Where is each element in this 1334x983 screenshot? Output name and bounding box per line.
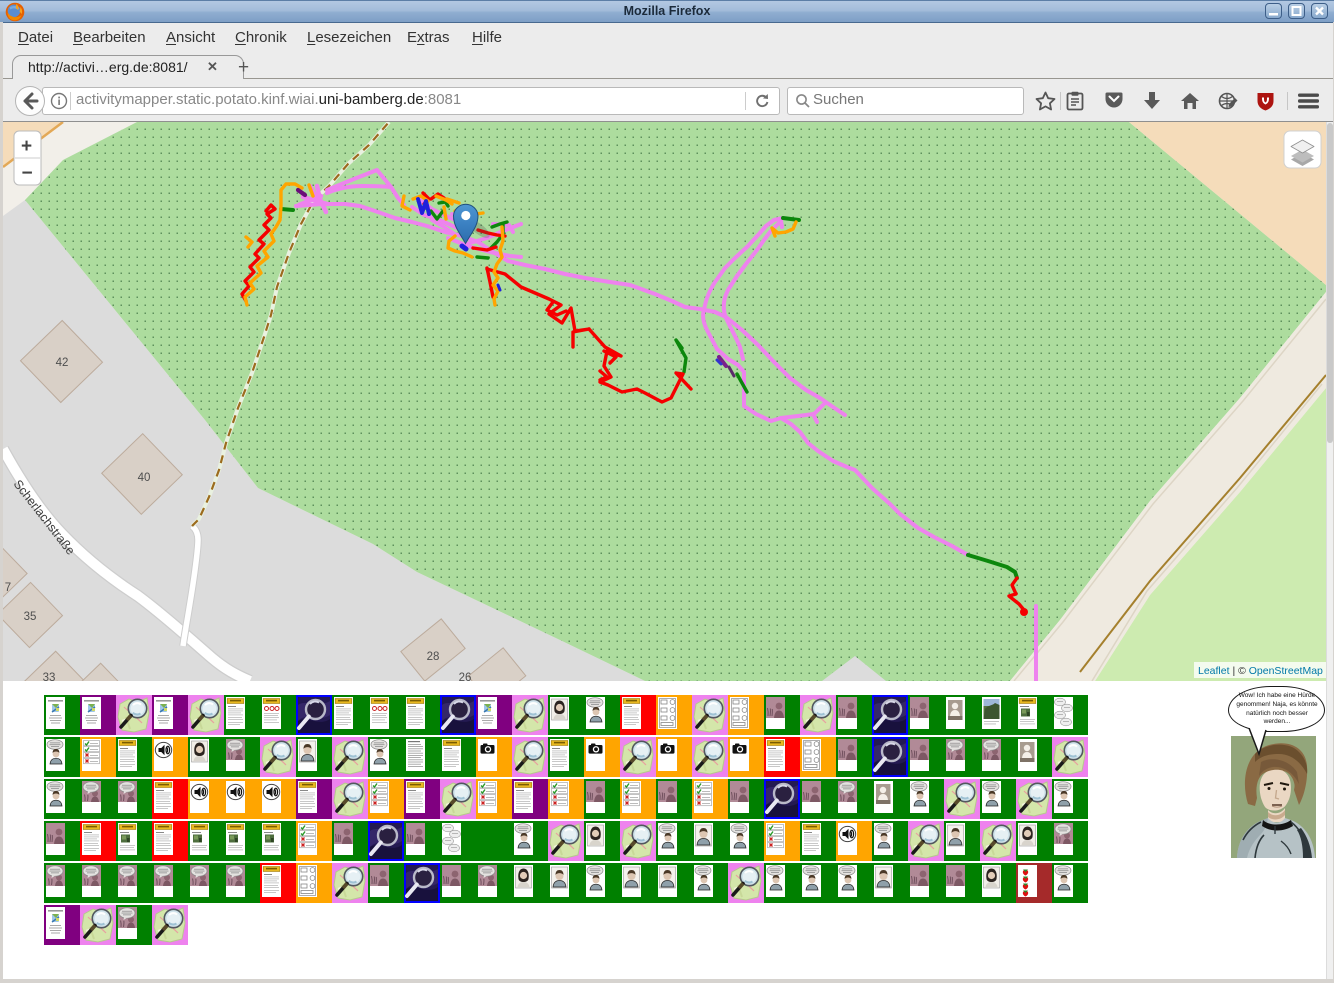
svg-text:40: 40 <box>138 472 151 484</box>
svg-text:42: 42 <box>56 357 69 369</box>
svg-text:33: 33 <box>43 672 56 681</box>
svg-text:+: + <box>21 136 32 157</box>
svg-text:26: 26 <box>459 672 472 681</box>
svg-text:−: − <box>22 163 33 184</box>
svg-text:7: 7 <box>5 582 11 594</box>
svg-text:28: 28 <box>427 651 440 663</box>
svg-text:Leaflet | © OpenStreetMap: Leaflet | © OpenStreetMap <box>1198 665 1323 677</box>
svg-text:35: 35 <box>24 611 37 623</box>
